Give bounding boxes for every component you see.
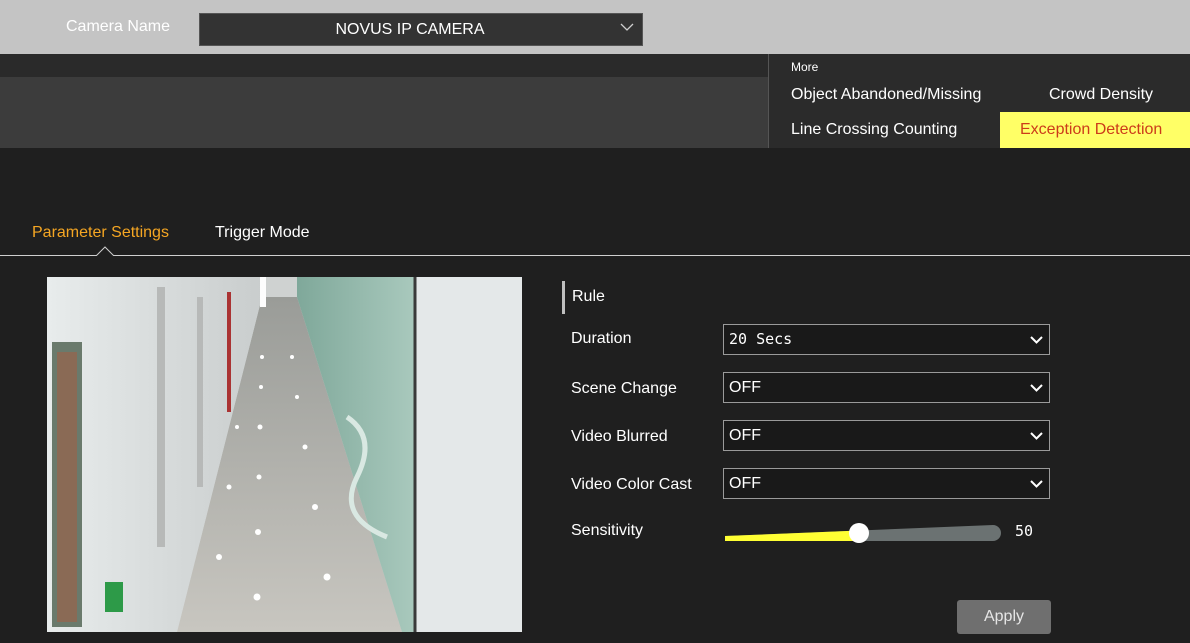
rule-section-title: Rule (572, 288, 605, 305)
tab-trigger-mode[interactable]: Trigger Mode (215, 224, 310, 242)
video-blurred-value: OFF (729, 427, 761, 444)
duration-label: Duration (571, 330, 632, 347)
menu-item-crowd-density[interactable]: Crowd Density (1029, 77, 1173, 113)
more-menu-panel: More Object Abandoned/Missing Crowd Dens… (768, 54, 1190, 148)
camera-name-label: Camera Name (66, 18, 171, 35)
menu-item-object-abandoned[interactable]: Object Abandoned/Missing (771, 77, 1001, 113)
duration-value: 20 Secs (729, 330, 793, 348)
settings-tabs: Parameter Settings Trigger Mode (0, 218, 1190, 258)
camera-name-value: NOVUS IP CAMERA (335, 21, 485, 38)
menu-item-exception-detection[interactable]: Exception Detection (1000, 112, 1190, 148)
video-blurred-label: Video Blurred (571, 428, 668, 445)
tab-underline (0, 255, 1190, 256)
rule-section-marker (562, 281, 565, 314)
apply-button[interactable]: Apply (957, 600, 1051, 634)
sensitivity-slider[interactable] (723, 519, 1003, 547)
chevron-down-icon (1030, 480, 1043, 488)
tab-parameter-settings[interactable]: Parameter Settings (32, 224, 169, 242)
chevron-down-icon (1030, 432, 1043, 440)
sensitivity-value: 50 (1015, 522, 1034, 540)
duration-select[interactable]: 20 Secs (723, 324, 1050, 355)
chevron-down-icon (1030, 336, 1043, 344)
more-menu-title: More (791, 60, 819, 74)
scene-change-label: Scene Change (571, 380, 677, 397)
camera-preview (47, 277, 522, 632)
menu-item-line-crossing-counting[interactable]: Line Crossing Counting (771, 112, 977, 148)
sensitivity-label: Sensitivity (571, 522, 644, 539)
corridor-image (47, 277, 522, 632)
scene-change-select[interactable]: OFF (723, 372, 1050, 403)
chevron-down-icon (620, 23, 634, 31)
slider-fill (725, 530, 859, 541)
video-color-cast-value: OFF (729, 475, 761, 492)
chevron-down-icon (1030, 384, 1043, 392)
active-tab-caret-icon (96, 246, 114, 256)
scene-change-value: OFF (729, 379, 761, 396)
video-color-cast-select[interactable]: OFF (723, 468, 1050, 499)
video-color-cast-label: Video Color Cast (571, 476, 692, 493)
slider-thumb[interactable] (849, 523, 869, 543)
video-blurred-select[interactable]: OFF (723, 420, 1050, 451)
camera-name-select[interactable]: NOVUS IP CAMERA (199, 13, 643, 46)
